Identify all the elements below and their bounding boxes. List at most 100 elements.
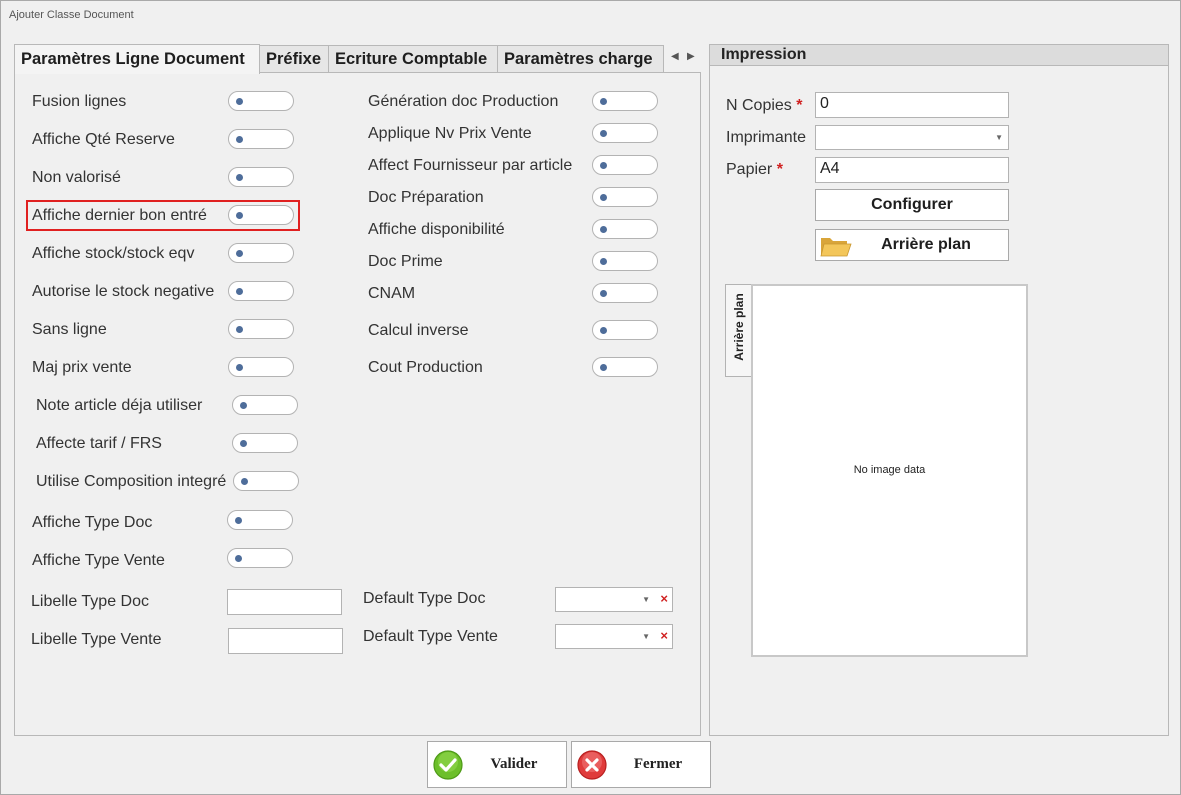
tab-prefixe[interactable]: Préfixe — [259, 45, 329, 73]
libelle-type-vente-label: Libelle Type Vente — [31, 631, 162, 648]
tab-parametres-ligne-document[interactable]: Paramètres Ligne Document — [14, 44, 260, 74]
right-option-label: Doc Préparation — [368, 189, 484, 206]
fermer-button[interactable]: Fermer — [571, 741, 711, 788]
arriere-plan-label: Arrière plan — [881, 236, 971, 253]
right-option-toggle[interactable] — [592, 357, 658, 377]
left-option-label: Non valorisé — [32, 169, 121, 186]
left-option-label: Affiche Qté Reserve — [32, 131, 175, 148]
toggle-knob — [236, 326, 243, 333]
toggle-knob — [600, 130, 607, 137]
toggle-knob — [241, 478, 248, 485]
right-option-toggle[interactable] — [592, 219, 658, 239]
right-option-label: Calcul inverse — [368, 322, 469, 339]
arriere-plan-tab-label: Arrière plan — [732, 293, 746, 361]
no-image-text: No image data — [853, 464, 926, 476]
toggle-knob — [600, 258, 607, 265]
left-option-toggle[interactable] — [227, 548, 293, 568]
toggle-knob — [235, 555, 242, 562]
left-option-label: Autorise le stock negative — [32, 283, 215, 300]
toggle-knob — [236, 136, 243, 143]
default-type-vente-select[interactable]: ▼ × — [555, 624, 673, 649]
configurer-button[interactable]: Configurer — [815, 189, 1009, 221]
close-icon — [577, 750, 607, 780]
clear-icon[interactable]: × — [660, 628, 668, 643]
toggle-knob — [600, 226, 607, 233]
toggle-knob — [236, 364, 243, 371]
left-option-toggle[interactable] — [228, 243, 294, 263]
left-option-label: Sans ligne — [32, 321, 107, 338]
left-option-label: Maj prix vente — [32, 359, 132, 376]
tab-parametres-charge[interactable]: Paramètres charge — [497, 45, 664, 73]
right-option-label: Doc Prime — [368, 253, 443, 270]
valider-label: Valider — [490, 756, 538, 772]
default-type-doc-select[interactable]: ▼ × — [555, 587, 673, 612]
toggle-knob — [240, 440, 247, 447]
left-option-toggle[interactable] — [228, 281, 294, 301]
papier-input[interactable]: A4 — [815, 157, 1009, 183]
left-option-label: Utilise Composition integré — [36, 473, 227, 490]
n-copies-label: N Copies * — [726, 97, 803, 114]
folder-icon — [820, 238, 852, 257]
left-option-toggle[interactable] — [228, 91, 294, 111]
imprimante-label: Imprimante — [726, 129, 807, 146]
left-option-toggle[interactable] — [228, 167, 294, 187]
tab-ecriture-comptable[interactable]: Ecriture Comptable — [328, 45, 498, 73]
toggle-knob — [600, 162, 607, 169]
impression-header: Impression — [709, 44, 1169, 66]
toggle-knob — [240, 402, 247, 409]
right-option-toggle[interactable] — [592, 91, 658, 111]
right-option-label: Affiche disponibilité — [368, 221, 505, 238]
toggle-knob — [600, 98, 607, 105]
libelle-type-doc-label: Libelle Type Doc — [31, 593, 149, 610]
toggle-knob — [236, 98, 243, 105]
left-option-toggle[interactable] — [233, 471, 299, 491]
tab-scroll-left-icon[interactable]: ◀ — [671, 51, 679, 62]
toggle-knob — [236, 174, 243, 181]
n-copies-input[interactable]: 0 — [815, 92, 1009, 118]
left-option-label: Affiche Type Doc — [32, 514, 153, 531]
toggle-knob — [236, 250, 243, 257]
left-option-label: Affiche stock/stock eqv — [32, 245, 195, 262]
right-option-label: Génération doc Production — [368, 93, 559, 110]
toggle-knob — [600, 290, 607, 297]
fermer-label: Fermer — [633, 756, 683, 772]
chevron-down-icon[interactable]: ▼ — [642, 632, 650, 641]
right-option-label: CNAM — [368, 285, 416, 302]
right-option-toggle[interactable] — [592, 187, 658, 207]
default-type-doc-label: Default Type Doc — [363, 590, 486, 607]
left-option-toggle[interactable] — [228, 357, 294, 377]
left-option-label: Fusion lignes — [32, 93, 127, 110]
right-option-toggle[interactable] — [592, 320, 658, 340]
left-option-toggle[interactable] — [232, 395, 298, 415]
right-option-toggle[interactable] — [592, 155, 658, 175]
right-option-label: Applique Nv Prix Vente — [368, 125, 532, 142]
highlight-box — [26, 200, 300, 231]
libelle-type-vente-input[interactable] — [228, 628, 343, 654]
right-option-label: Cout Production — [368, 359, 483, 376]
toggle-knob — [236, 288, 243, 295]
tab-scroll-right-icon[interactable]: ▶ — [687, 51, 695, 62]
left-option-toggle[interactable] — [228, 319, 294, 339]
arriere-plan-vertical-tab[interactable]: Arrière plan — [725, 284, 752, 377]
chevron-down-icon[interactable]: ▼ — [995, 133, 1003, 142]
toggle-knob — [600, 194, 607, 201]
valider-button[interactable]: Valider — [427, 741, 567, 788]
toggle-knob — [600, 364, 607, 371]
left-option-toggle[interactable] — [228, 129, 294, 149]
arriere-plan-button[interactable]: Arrière plan — [815, 229, 1009, 261]
left-option-toggle[interactable] — [232, 433, 298, 453]
libelle-type-doc-input[interactable] — [227, 589, 342, 615]
left-option-toggle[interactable] — [227, 510, 293, 530]
clear-icon[interactable]: × — [660, 591, 668, 606]
chevron-down-icon[interactable]: ▼ — [642, 595, 650, 604]
right-option-toggle[interactable] — [592, 251, 658, 271]
right-option-toggle[interactable] — [592, 123, 658, 143]
background-image-preview[interactable]: No image data — [751, 284, 1028, 657]
window-title: Ajouter Classe Document — [9, 9, 134, 21]
right-option-toggle[interactable] — [592, 283, 658, 303]
toggle-knob — [600, 327, 607, 334]
left-option-label: Affiche Type Vente — [32, 552, 165, 569]
left-option-label: Affecte tarif / FRS — [36, 435, 162, 452]
imprimante-select[interactable]: ▼ — [815, 125, 1009, 150]
toggle-knob — [235, 517, 242, 524]
